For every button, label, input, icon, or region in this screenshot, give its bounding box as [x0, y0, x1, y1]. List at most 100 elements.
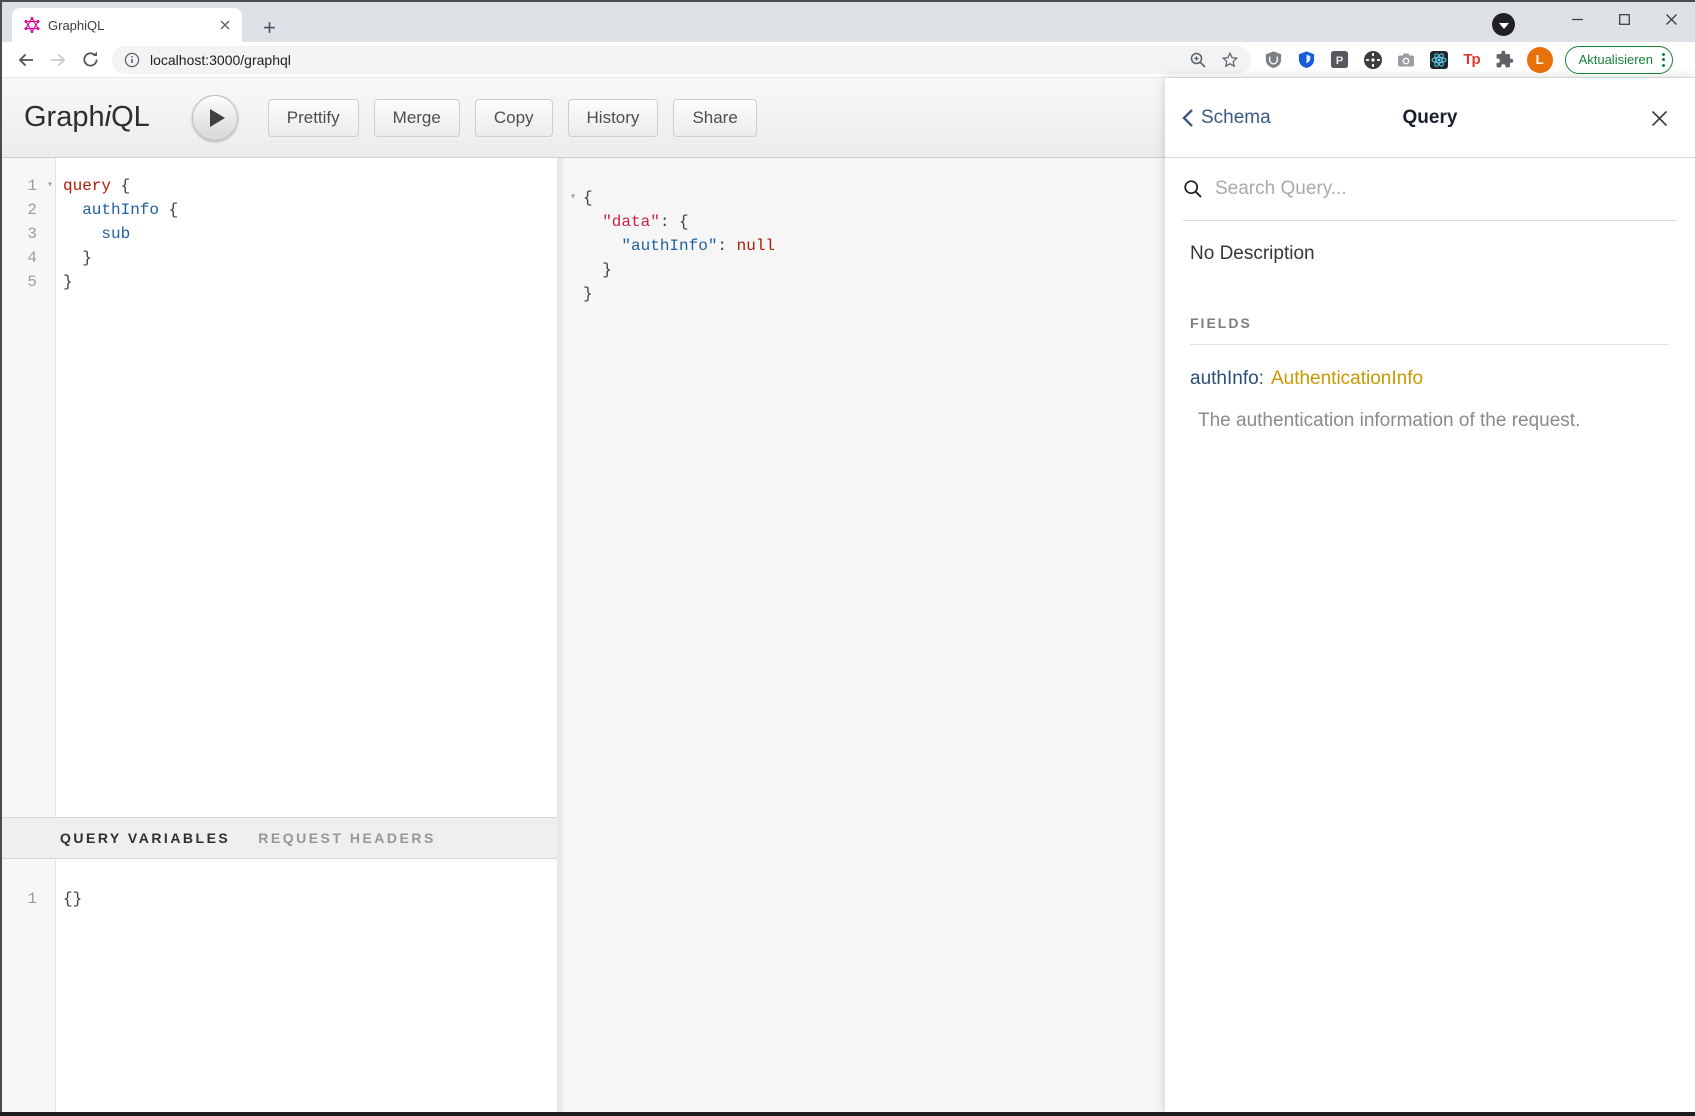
copy-button[interactable]: Copy: [475, 99, 553, 137]
ublock-extension-icon[interactable]: [1263, 49, 1285, 71]
code-line[interactable]: }: [583, 282, 1165, 306]
doc-close-icon[interactable]: [1647, 106, 1671, 130]
code-token: {: [583, 189, 593, 207]
field-row: authInfo: AuthenticationInfo: [1190, 368, 1677, 390]
maximize-button[interactable]: [1601, 2, 1648, 36]
line-number: 4: [0, 246, 55, 270]
code-token: "authInfo": [621, 237, 717, 255]
search-icon: [1183, 179, 1203, 199]
share-button[interactable]: Share: [673, 99, 756, 137]
window-controls: [1554, 2, 1695, 36]
tp-extension-icon[interactable]: Tp: [1461, 49, 1483, 71]
minimize-button[interactable]: [1554, 2, 1601, 36]
variables-tab-bar: QUERY VARIABLES REQUEST HEADERS: [0, 817, 557, 859]
type-description: No Description: [1190, 243, 1677, 265]
profile-avatar[interactable]: L: [1527, 47, 1553, 73]
caret-down-icon: [1499, 23, 1509, 29]
fields-divider: [1190, 344, 1669, 345]
code-token: }: [583, 285, 593, 303]
fold-arrow-icon[interactable]: ▾: [570, 186, 576, 210]
forward-button[interactable]: [42, 44, 74, 76]
react-devtools-icon[interactable]: [1428, 49, 1450, 71]
query-editor-code[interactable]: query { authInfo { sub }}: [56, 158, 178, 817]
prettify-button[interactable]: Prettify: [268, 99, 359, 137]
code-token: [583, 213, 602, 231]
zoom-icon[interactable]: [1189, 51, 1207, 69]
close-button[interactable]: [1648, 2, 1695, 36]
menu-kebab-icon[interactable]: [1662, 53, 1665, 67]
bitwarden-extension-icon[interactable]: [1296, 49, 1318, 71]
result-pane: ▾ { "data": { "authInfo": null }}: [563, 158, 1165, 1112]
code-line[interactable]: }: [583, 258, 1165, 282]
doc-body: No Description FIELDS authInfo: Authentic…: [1165, 221, 1695, 432]
doc-search-input[interactable]: [1215, 178, 1677, 200]
query-variables-tab[interactable]: QUERY VARIABLES: [60, 830, 230, 846]
camera-extension-icon[interactable]: [1395, 49, 1417, 71]
taskbar-edge: [0, 1112, 1695, 1116]
code-line[interactable]: "data": {: [583, 210, 1165, 234]
doc-explorer-panel: Schema Query No Description FIELDS authI…: [1165, 78, 1695, 1112]
tab-close-icon[interactable]: [216, 16, 234, 34]
reload-button[interactable]: [74, 44, 106, 76]
code-line[interactable]: sub: [63, 222, 178, 246]
code-line[interactable]: {: [583, 186, 1165, 210]
code-token: [583, 237, 621, 255]
line-number: 1: [0, 887, 55, 911]
url-text[interactable]: localhost:3000/graphql: [150, 52, 291, 68]
result-viewer[interactable]: ▾ { "data": { "authInfo": null }}: [563, 158, 1165, 306]
field-description: The authentication information of the re…: [1190, 410, 1677, 432]
omnibox-actions: [1189, 51, 1239, 69]
code-token: authInfo: [82, 201, 159, 219]
variables-editor[interactable]: 1 {}: [0, 859, 557, 1112]
doc-explorer-header: Schema Query: [1165, 78, 1695, 158]
extension-p-icon[interactable]: P: [1329, 49, 1351, 71]
query-pane: 1▾2345 query { authInfo { sub }} QUERY V…: [0, 158, 557, 1112]
code-token: {: [159, 201, 178, 219]
fields-heading: FIELDS: [1190, 315, 1677, 331]
code-line[interactable]: }: [63, 246, 178, 270]
history-button[interactable]: History: [568, 99, 659, 137]
code-token: {: [111, 177, 130, 195]
graphiql-logo: GraphiQL: [24, 101, 150, 134]
code-line[interactable]: query {: [63, 174, 178, 198]
field-name-link[interactable]: authInfo: [1190, 368, 1259, 389]
crosshair-extension-icon[interactable]: [1362, 49, 1384, 71]
request-headers-tab[interactable]: REQUEST HEADERS: [258, 830, 436, 846]
field-separator: :: [1259, 368, 1264, 389]
field-type-link[interactable]: AuthenticationInfo: [1271, 368, 1423, 389]
code-token: null: [737, 237, 775, 255]
chrome-update-button[interactable]: Aktualisieren: [1565, 46, 1673, 74]
svg-text:P: P: [1336, 55, 1344, 67]
tab-title: GraphiQL: [48, 18, 208, 33]
new-tab-button[interactable]: [256, 14, 282, 40]
code-line[interactable]: "authInfo": null: [583, 234, 1165, 258]
window-border-left: [0, 0, 2, 1116]
window-border-top: [0, 0, 1695, 2]
update-label: Aktualisieren: [1579, 52, 1653, 67]
back-button[interactable]: [10, 44, 42, 76]
line-number: 5: [0, 270, 55, 294]
code-token: "data": [602, 213, 660, 231]
doc-back-label[interactable]: Schema: [1201, 107, 1271, 129]
extensions-puzzle-icon[interactable]: [1494, 49, 1516, 71]
code-line[interactable]: {}: [63, 887, 82, 911]
result-code-lines: { "data": { "authInfo": null }}: [583, 186, 1165, 306]
browser-tab[interactable]: GraphiQL: [12, 8, 242, 42]
code-token: }: [63, 273, 73, 291]
chevron-left-icon: [1181, 108, 1194, 128]
line-number: 3: [0, 222, 55, 246]
variables-editor-code[interactable]: {}: [56, 859, 82, 1112]
line-number: 1▾: [0, 174, 55, 198]
code-line[interactable]: authInfo {: [63, 198, 178, 222]
doc-back-link[interactable]: Schema: [1181, 107, 1271, 129]
execute-query-button[interactable]: [192, 95, 238, 141]
doc-search-box[interactable]: [1183, 158, 1677, 221]
fold-arrow-icon[interactable]: ▾: [47, 174, 53, 198]
merge-button[interactable]: Merge: [374, 99, 460, 137]
address-bar[interactable]: localhost:3000/graphql: [112, 46, 1251, 74]
tab-search-button[interactable]: [1492, 13, 1515, 36]
code-line[interactable]: }: [63, 270, 178, 294]
bookmark-star-icon[interactable]: [1221, 51, 1239, 69]
query-editor[interactable]: 1▾2345 query { authInfo { sub }}: [0, 158, 557, 817]
info-icon[interactable]: [124, 52, 140, 68]
